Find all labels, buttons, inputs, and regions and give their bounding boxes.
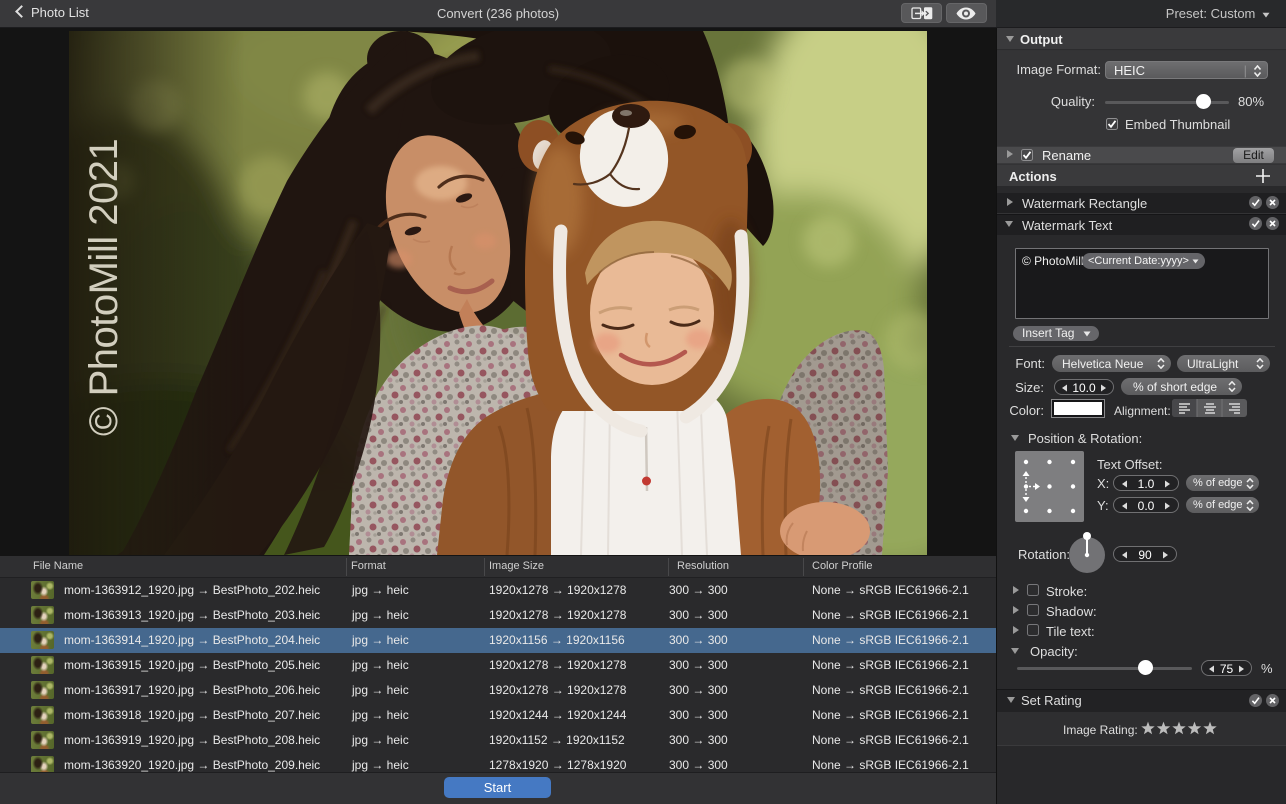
svg-text:© PhotoMill 2021: © PhotoMill 2021: [82, 139, 126, 436]
